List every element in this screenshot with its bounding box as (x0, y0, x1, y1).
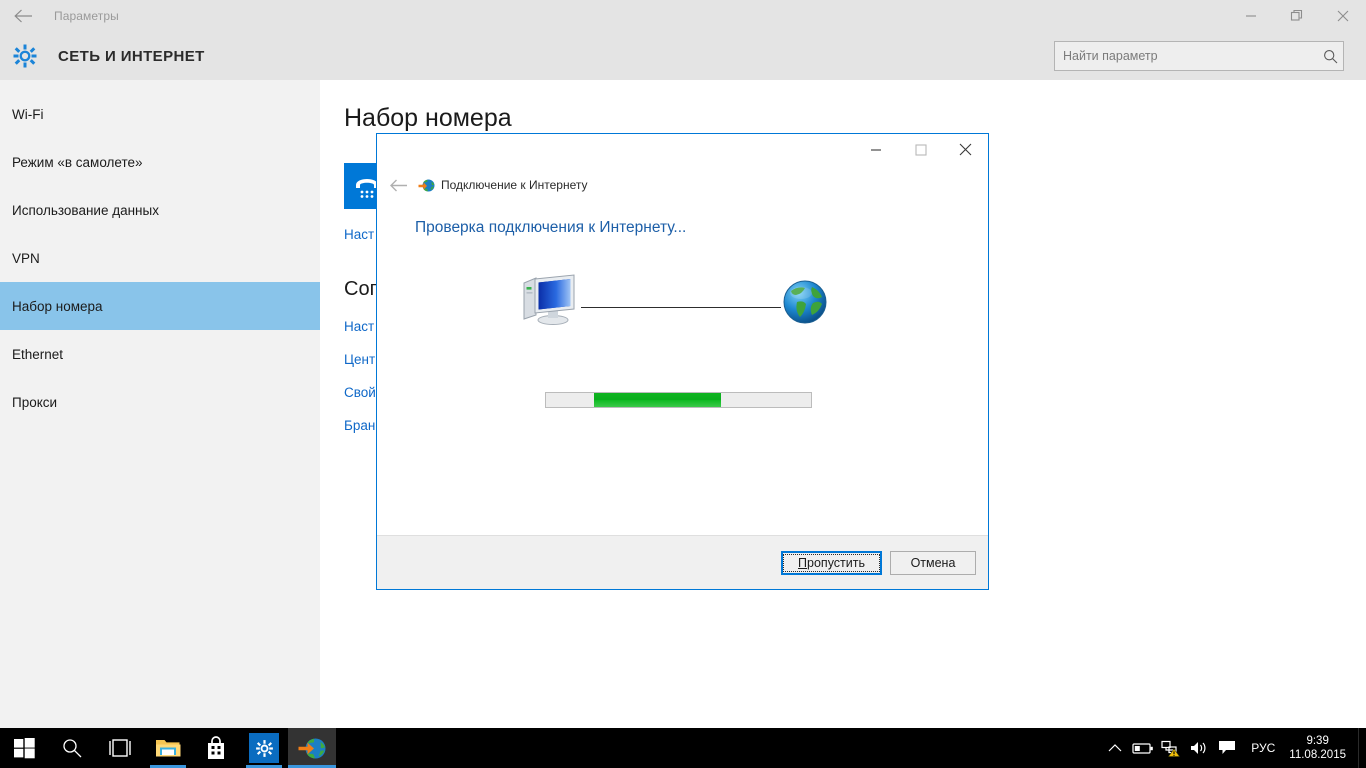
dialog-back-arrow-icon[interactable] (387, 173, 411, 197)
clock-date: 11.08.2015 (1289, 749, 1346, 761)
sidebar-item-label: VPN (12, 250, 40, 266)
sidebar-item-label: Wi-Fi (12, 106, 44, 122)
screen: Параметры СЕТЬ И ИНТЕРНЕТ Найти параметр… (0, 0, 1366, 768)
search-button[interactable] (48, 728, 96, 768)
start-button[interactable] (0, 728, 48, 768)
progress-bar-fill (594, 393, 721, 407)
settings-header: СЕТЬ И ИНТЕРНЕТ (0, 32, 1366, 80)
sidebar-item-label: Набор номера (12, 298, 103, 314)
skip-button[interactable]: Пропустить (781, 550, 882, 575)
folder-icon (156, 740, 181, 757)
dialog-maximize-icon[interactable] (898, 135, 943, 164)
chevron-up-icon[interactable] (1101, 728, 1129, 768)
shopping-bag-icon (208, 736, 224, 759)
dialog-nav-row: Подключение к Интернету (377, 165, 988, 199)
dialog-footer: Пропустить Отмена (377, 535, 988, 589)
settings-button[interactable] (240, 728, 288, 768)
internet-connection-dialog: Подключение к Интернету Проверка подключ… (376, 133, 989, 590)
sidebar-item-label: Прокси (12, 394, 58, 410)
show-desktop-button[interactable] (1358, 728, 1366, 768)
sidebar-item-proxy[interactable]: Прокси (0, 378, 320, 426)
sidebar-item-label: Использование данных (12, 202, 159, 218)
sidebar-item-label: Ethernet (12, 346, 64, 362)
page-category-title: СЕТЬ И ИНТЕРНЕТ (58, 47, 205, 65)
internet-connection-button[interactable] (288, 728, 336, 768)
task-view-button[interactable] (96, 728, 144, 768)
search-box[interactable] (1054, 41, 1344, 71)
sidebar-item-ethernet[interactable]: Ethernet (0, 330, 320, 378)
sidebar-item-label: Режим «в самолете» (12, 154, 143, 170)
close-icon[interactable] (1320, 0, 1366, 32)
skip-accel-char: П (798, 555, 808, 570)
gear-icon (10, 41, 40, 71)
system-tray: РУС 9:39 11.08.2015 (1101, 728, 1366, 768)
store-button[interactable] (192, 728, 240, 768)
dialog-titlebar (377, 134, 988, 165)
task-view-icon (109, 739, 131, 757)
globe-icon (782, 279, 828, 330)
notification-icon[interactable] (1213, 728, 1241, 768)
cancel-button[interactable]: Отмена (890, 550, 976, 575)
settings-titlebar: Параметры (0, 0, 1366, 32)
search-icon[interactable] (1317, 49, 1343, 64)
language-indicator[interactable]: РУС (1241, 741, 1285, 755)
network-warning-icon[interactable] (1157, 728, 1185, 768)
restore-icon[interactable] (1274, 0, 1320, 32)
taskbar: РУС 9:39 11.08.2015 (0, 728, 1366, 768)
dialog-minimize-icon[interactable] (853, 135, 898, 164)
back-arrow-icon[interactable] (0, 0, 46, 32)
sidebar-item-vpn[interactable]: VPN (0, 234, 320, 282)
windows-logo-icon (13, 737, 35, 758)
internet-connection-icon (298, 738, 326, 758)
dialog-app-title: Подключение к Интернету (441, 178, 588, 192)
connection-line (581, 307, 781, 308)
sidebar-item-airplane[interactable]: Режим «в самолете» (0, 138, 320, 186)
sidebar-item-dialup[interactable]: Набор номера (0, 282, 320, 330)
computer-icon (520, 273, 578, 332)
internet-connection-icon (417, 176, 435, 194)
gear-icon (255, 739, 273, 757)
sidebar-item-data-usage[interactable]: Использование данных (0, 186, 320, 234)
connection-diagram (377, 273, 988, 337)
minimize-icon[interactable] (1228, 0, 1274, 32)
clock[interactable]: 9:39 11.08.2015 (1285, 734, 1358, 762)
battery-icon[interactable] (1129, 728, 1157, 768)
dialog-heading: Проверка подключения к Интернету... (415, 219, 687, 236)
settings-sidebar: Wi-Fi Режим «в самолете» Использование д… (0, 80, 320, 728)
search-icon (63, 739, 82, 758)
search-input[interactable] (1055, 42, 1317, 70)
file-explorer-button[interactable] (144, 728, 192, 768)
sidebar-item-wifi[interactable]: Wi-Fi (0, 90, 320, 138)
clock-time: 9:39 (1306, 735, 1329, 747)
progress-bar (545, 392, 812, 408)
skip-rest-label: ропустить (807, 555, 865, 570)
skip-button-label: Пропустить (783, 553, 880, 572)
speaker-icon[interactable] (1185, 728, 1213, 768)
dialog-close-icon[interactable] (943, 135, 988, 164)
page-title: Набор номера (344, 104, 512, 132)
window-title: Параметры (54, 9, 119, 23)
